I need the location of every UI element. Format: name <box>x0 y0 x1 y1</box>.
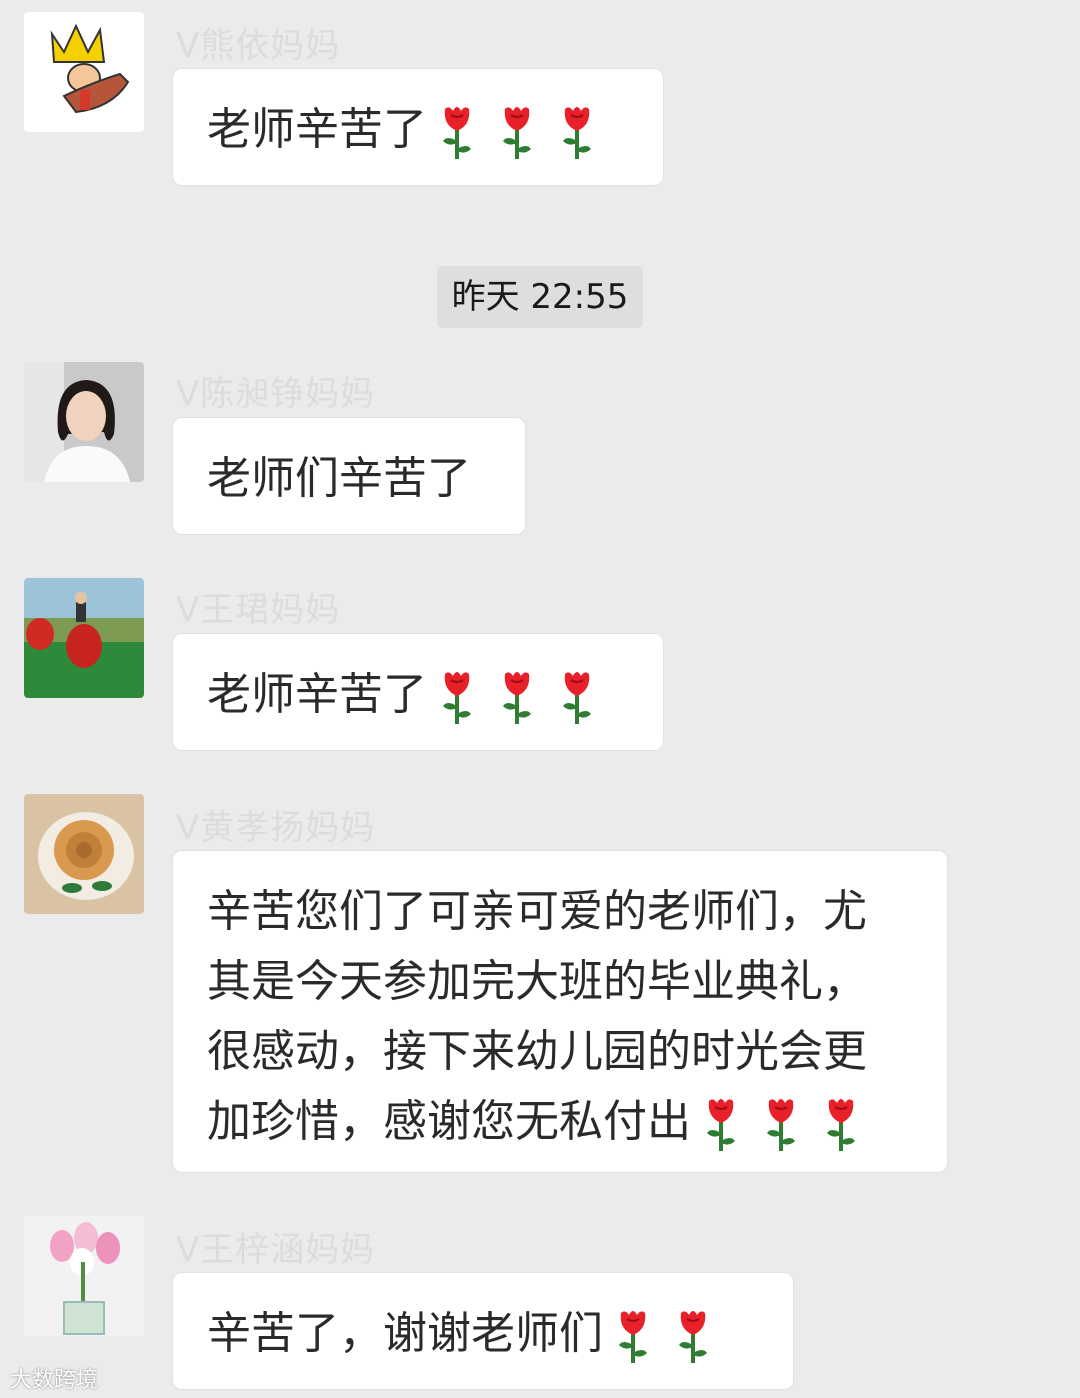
rose-group <box>427 104 607 159</box>
rose-emoji-icon <box>823 1095 859 1153</box>
rose-emoji-icon <box>675 1307 711 1365</box>
rose-emoji-icon <box>499 668 535 726</box>
message-text: 老师辛苦了 <box>207 104 427 155</box>
rose-emoji-icon <box>499 103 535 161</box>
rose-emoji-icon <box>439 668 475 726</box>
rose-group <box>427 669 607 724</box>
avatar[interactable] <box>24 794 144 914</box>
rose-emoji-icon <box>559 103 595 161</box>
sender-name: V王珺妈妈 <box>176 590 341 630</box>
sender-name: V陈昶铮妈妈 <box>176 374 376 414</box>
rose-emoji-icon <box>439 103 475 161</box>
message-bubble[interactable]: 老师们辛苦了 <box>172 417 526 535</box>
message-text: 辛苦了，谢谢老师们 <box>207 1308 603 1359</box>
message-text: 老师辛苦了 <box>207 669 427 720</box>
sender-name: V黄孝扬妈妈 <box>176 808 376 848</box>
tulip-vase-avatar-icon <box>24 1216 144 1336</box>
strawberry-lawn-avatar-icon <box>24 578 144 698</box>
sender-name: V王梓涵妈妈 <box>176 1230 376 1270</box>
avatar[interactable] <box>24 578 144 698</box>
rose-group <box>691 1096 871 1151</box>
message-bubble[interactable]: 老师辛苦了 <box>172 68 664 186</box>
rose-emoji-icon <box>615 1307 651 1365</box>
message-text: 老师们辛苦了 <box>207 453 471 504</box>
avatar[interactable] <box>24 362 144 482</box>
flower-plate-avatar-icon <box>24 794 144 914</box>
message-bubble[interactable]: 辛苦您们了可亲可爱的老师们，尤 其是今天参加完大班的毕业典礼， 很感动，接下来幼… <box>172 850 948 1173</box>
woman-portrait-avatar-icon <box>24 362 144 482</box>
sender-name: V熊依妈妈 <box>176 26 341 66</box>
watermark: 大数跨境 <box>10 1368 99 1393</box>
rose-emoji-icon <box>763 1095 799 1153</box>
rose-emoji-icon <box>559 668 595 726</box>
message-bubble[interactable]: 老师辛苦了 <box>172 633 664 751</box>
rose-group <box>603 1308 723 1363</box>
crown-horse-cartoon-avatar-icon <box>24 12 144 132</box>
message-bubble[interactable]: 辛苦了，谢谢老师们 <box>172 1272 794 1390</box>
avatar[interactable] <box>24 12 144 132</box>
avatar[interactable] <box>24 1216 144 1336</box>
timestamp-chip: 昨天 22:55 <box>437 266 643 328</box>
rose-emoji-icon <box>703 1095 739 1153</box>
